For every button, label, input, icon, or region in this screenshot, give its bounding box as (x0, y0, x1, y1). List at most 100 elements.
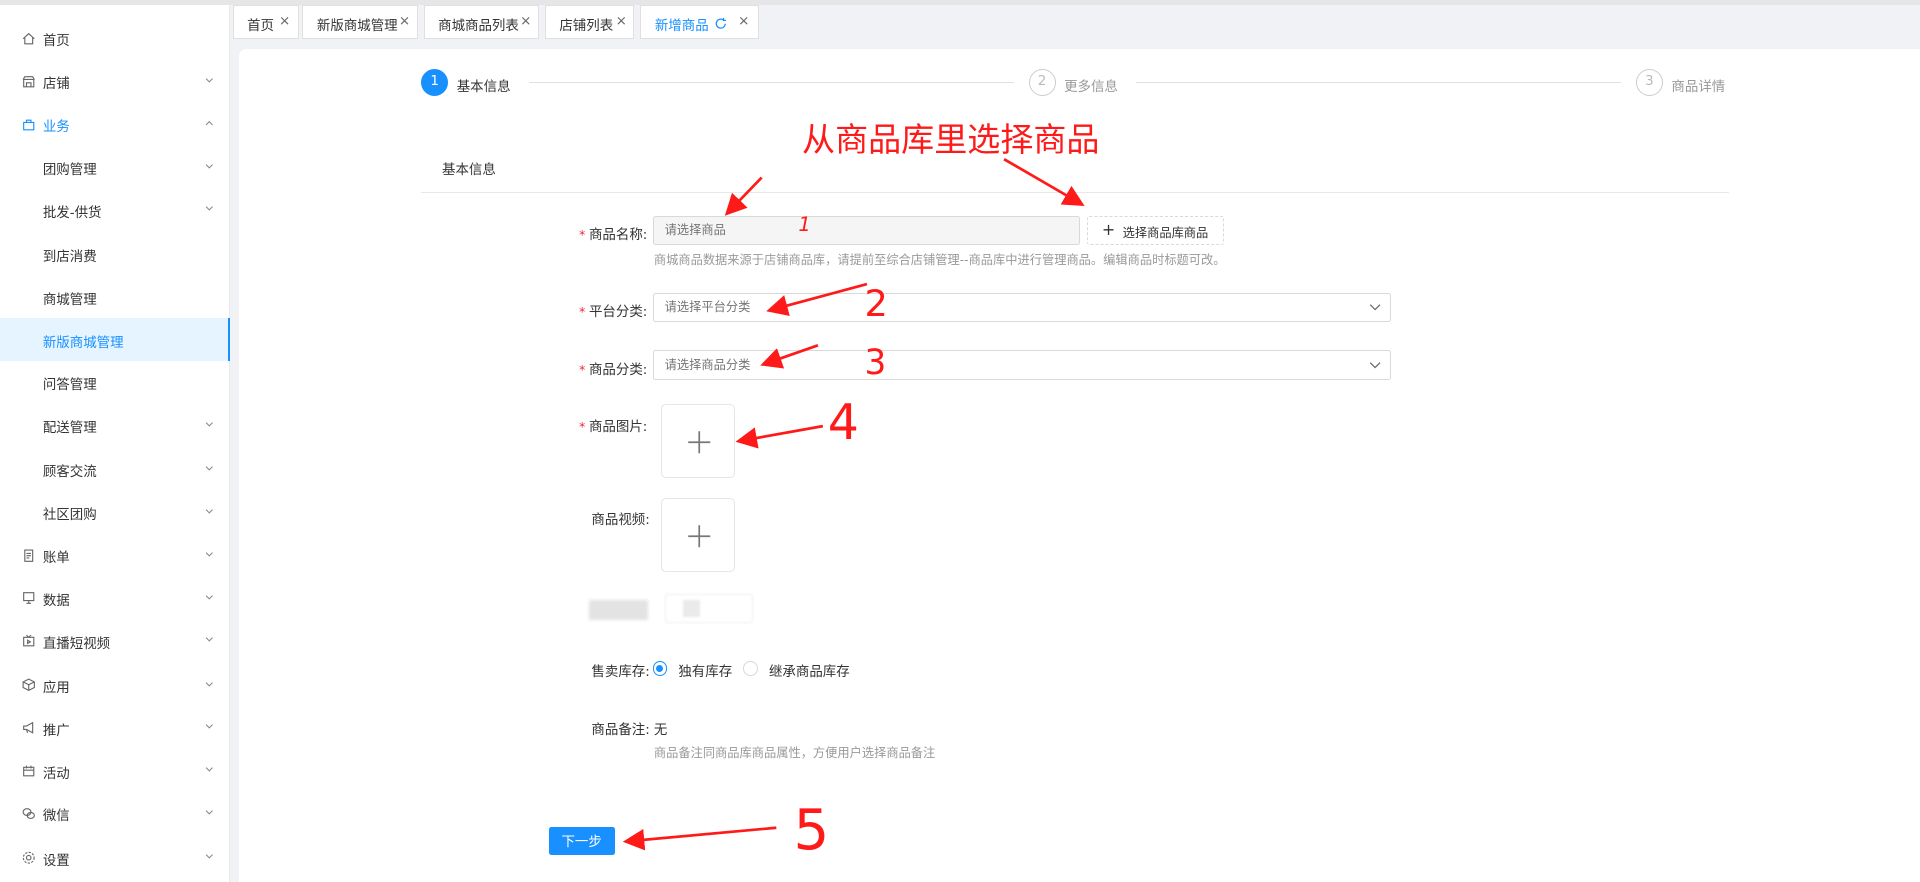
tab-new-mall-management[interactable]: 新版商城管理 × (302, 4, 418, 40)
sidebar-item-bill[interactable]: 账单 (0, 534, 230, 577)
sidebar-item-qa[interactable]: 问答管理 (0, 361, 230, 404)
sidebar-item-customer-chat[interactable]: 顾客交流 (0, 448, 230, 491)
activity-icon (23, 765, 35, 777)
annotation-number-3: 3 (864, 342, 887, 383)
close-icon[interactable]: × (520, 14, 531, 29)
chevron-down-icon (205, 422, 213, 427)
sidebar-item-in-store[interactable]: 到店消费 (0, 233, 230, 276)
step-connector (528, 82, 1014, 84)
product-image-label: * 商品图片: (579, 415, 647, 435)
tab-label: 首页 (247, 19, 275, 35)
sidebar-item-wechat[interactable]: 微信 (0, 792, 230, 835)
sidebar-item-apps[interactable]: 应用 (0, 664, 230, 707)
product-note-value: 无 (653, 722, 668, 738)
plus-icon: + (1101, 220, 1116, 240)
sidebar-item-label: 微信 (42, 809, 70, 825)
settings-icon (22, 851, 35, 864)
sidebar-item-new-mall[interactable]: 新版商城管理 (0, 318, 231, 362)
tab-home[interactable]: 首页 × (232, 4, 299, 40)
tab-label: 新增商品 (654, 19, 709, 35)
sidebar-item-live-video[interactable]: 直播短视频 (0, 620, 230, 663)
label-text: 商品分类: (588, 362, 648, 378)
sidebar-item-label: 数据 (42, 593, 70, 609)
refresh-icon[interactable] (714, 17, 727, 30)
sidebar-item-community-buy[interactable]: 社区团购 (0, 491, 230, 534)
close-icon[interactable]: × (616, 14, 627, 29)
product-name-hint: 商城商品数据来源于店铺商品库，请提前至综合店铺管理--商品库中进行管理商品。编辑… (653, 252, 1226, 267)
chevron-down-icon (205, 681, 213, 687)
chevron-down-icon (205, 594, 213, 600)
sidebar-item-label: 推广 (42, 723, 70, 739)
bill-icon (24, 549, 34, 562)
label-text: 商品名称: (588, 227, 648, 243)
sidebar-item-label: 新版商城管理 (42, 335, 124, 351)
sidebar-item-store[interactable]: 店铺 (0, 60, 230, 103)
sidebar-item-group-buy[interactable]: 团购管理 (0, 146, 230, 189)
pick-from-library-button[interactable]: + 选择商品库商品 (1087, 215, 1225, 245)
label-text: 商品图片: (588, 420, 648, 436)
sidebar-item-promotion[interactable]: 推广 (0, 707, 230, 750)
tab-mall-product-list[interactable]: 商城商品列表 × (423, 4, 539, 40)
chevron-down-icon (205, 78, 213, 83)
step-2-label: 更多信息 (1064, 79, 1118, 95)
sidebar-item-label: 店铺 (42, 77, 70, 93)
annotation-number-4: 4 (827, 394, 859, 452)
label-text: 平台分类: (588, 305, 648, 320)
stock-label: 售卖库存: (591, 665, 650, 680)
sidebar-item-wholesale[interactable]: 批发-供货 (0, 189, 230, 232)
close-icon[interactable]: × (279, 14, 290, 29)
annotation-number-5: 5 (793, 798, 830, 864)
chevron-down-icon (205, 810, 213, 815)
sidebar-item-delivery[interactable]: 配送管理 (0, 404, 230, 447)
sidebar-item-business[interactable]: 业务 (0, 103, 230, 146)
chevron-up-icon (205, 120, 213, 126)
sidebar-item-data[interactable]: 数据 (0, 577, 230, 620)
chevron-down-icon (205, 637, 213, 643)
required-mark: * (579, 305, 586, 319)
annotation-number-1: 1 (798, 213, 811, 237)
product-image-uploader[interactable] (661, 404, 735, 478)
chevron-down-icon (205, 163, 213, 169)
sidebar-item-label: 应用 (42, 680, 70, 696)
product-video-label: 商品视频: (591, 513, 650, 529)
megaphone-icon (23, 721, 34, 734)
close-icon[interactable]: × (399, 14, 410, 29)
chevron-down-icon (205, 854, 213, 859)
home-icon (22, 32, 35, 45)
sidebar-item-label: 社区团购 (42, 508, 97, 524)
close-icon[interactable]: × (738, 14, 749, 29)
blurred-label (588, 600, 648, 620)
sidebar-item-label: 直播短视频 (42, 636, 111, 652)
sidebar-item-label: 问答管理 (42, 378, 97, 394)
sidebar-item-label: 到店消费 (42, 249, 97, 265)
sidebar-item-label: 设置 (42, 853, 70, 869)
sidebar-item-settings[interactable]: 设置 (0, 836, 230, 879)
product-note-hint: 商品备注同商品库商品属性，方便用户选择商品备注 (653, 746, 936, 761)
chevron-down-icon (205, 509, 213, 514)
tab-store-list[interactable]: 店铺列表 × (544, 4, 635, 40)
sidebar-item-activity[interactable]: 活动 (0, 749, 230, 792)
product-name-input[interactable] (652, 215, 1080, 245)
wechat-icon (22, 808, 35, 819)
sidebar-item-label: 首页 (42, 34, 70, 50)
sidebar-item-home[interactable]: 首页 (0, 17, 230, 60)
tab-add-product[interactable]: 新增商品 × (640, 4, 760, 40)
sidebar-item-mall[interactable]: 商城管理 (0, 276, 230, 319)
product-video-uploader[interactable] (661, 498, 735, 572)
sidebar-item-label: 账单 (42, 551, 70, 567)
required-mark: * (579, 362, 586, 377)
tab-label: 新版商城管理 (316, 19, 398, 35)
product-category-select[interactable] (652, 350, 1391, 380)
section-divider (421, 192, 1729, 194)
stock-option-inherit-radio[interactable] (743, 661, 758, 676)
stock-option-own-radio[interactable] (652, 661, 668, 676)
sidebar: 首页 店铺 业务 团购管理 批发-供货 到店消费 商城管理 新版商城管理 问答管… (0, 4, 231, 882)
sidebar-item-label: 商城管理 (42, 292, 97, 308)
store-icon (22, 75, 35, 88)
next-step-button[interactable]: 下一步 (548, 826, 615, 855)
annotation-title: 从商品库里选择商品 (802, 119, 1100, 159)
briefcase-icon (23, 119, 35, 130)
platform-category-select[interactable] (652, 292, 1391, 323)
stock-option-label: 继承商品库存 (768, 665, 850, 680)
annotation-number-2: 2 (864, 281, 888, 325)
